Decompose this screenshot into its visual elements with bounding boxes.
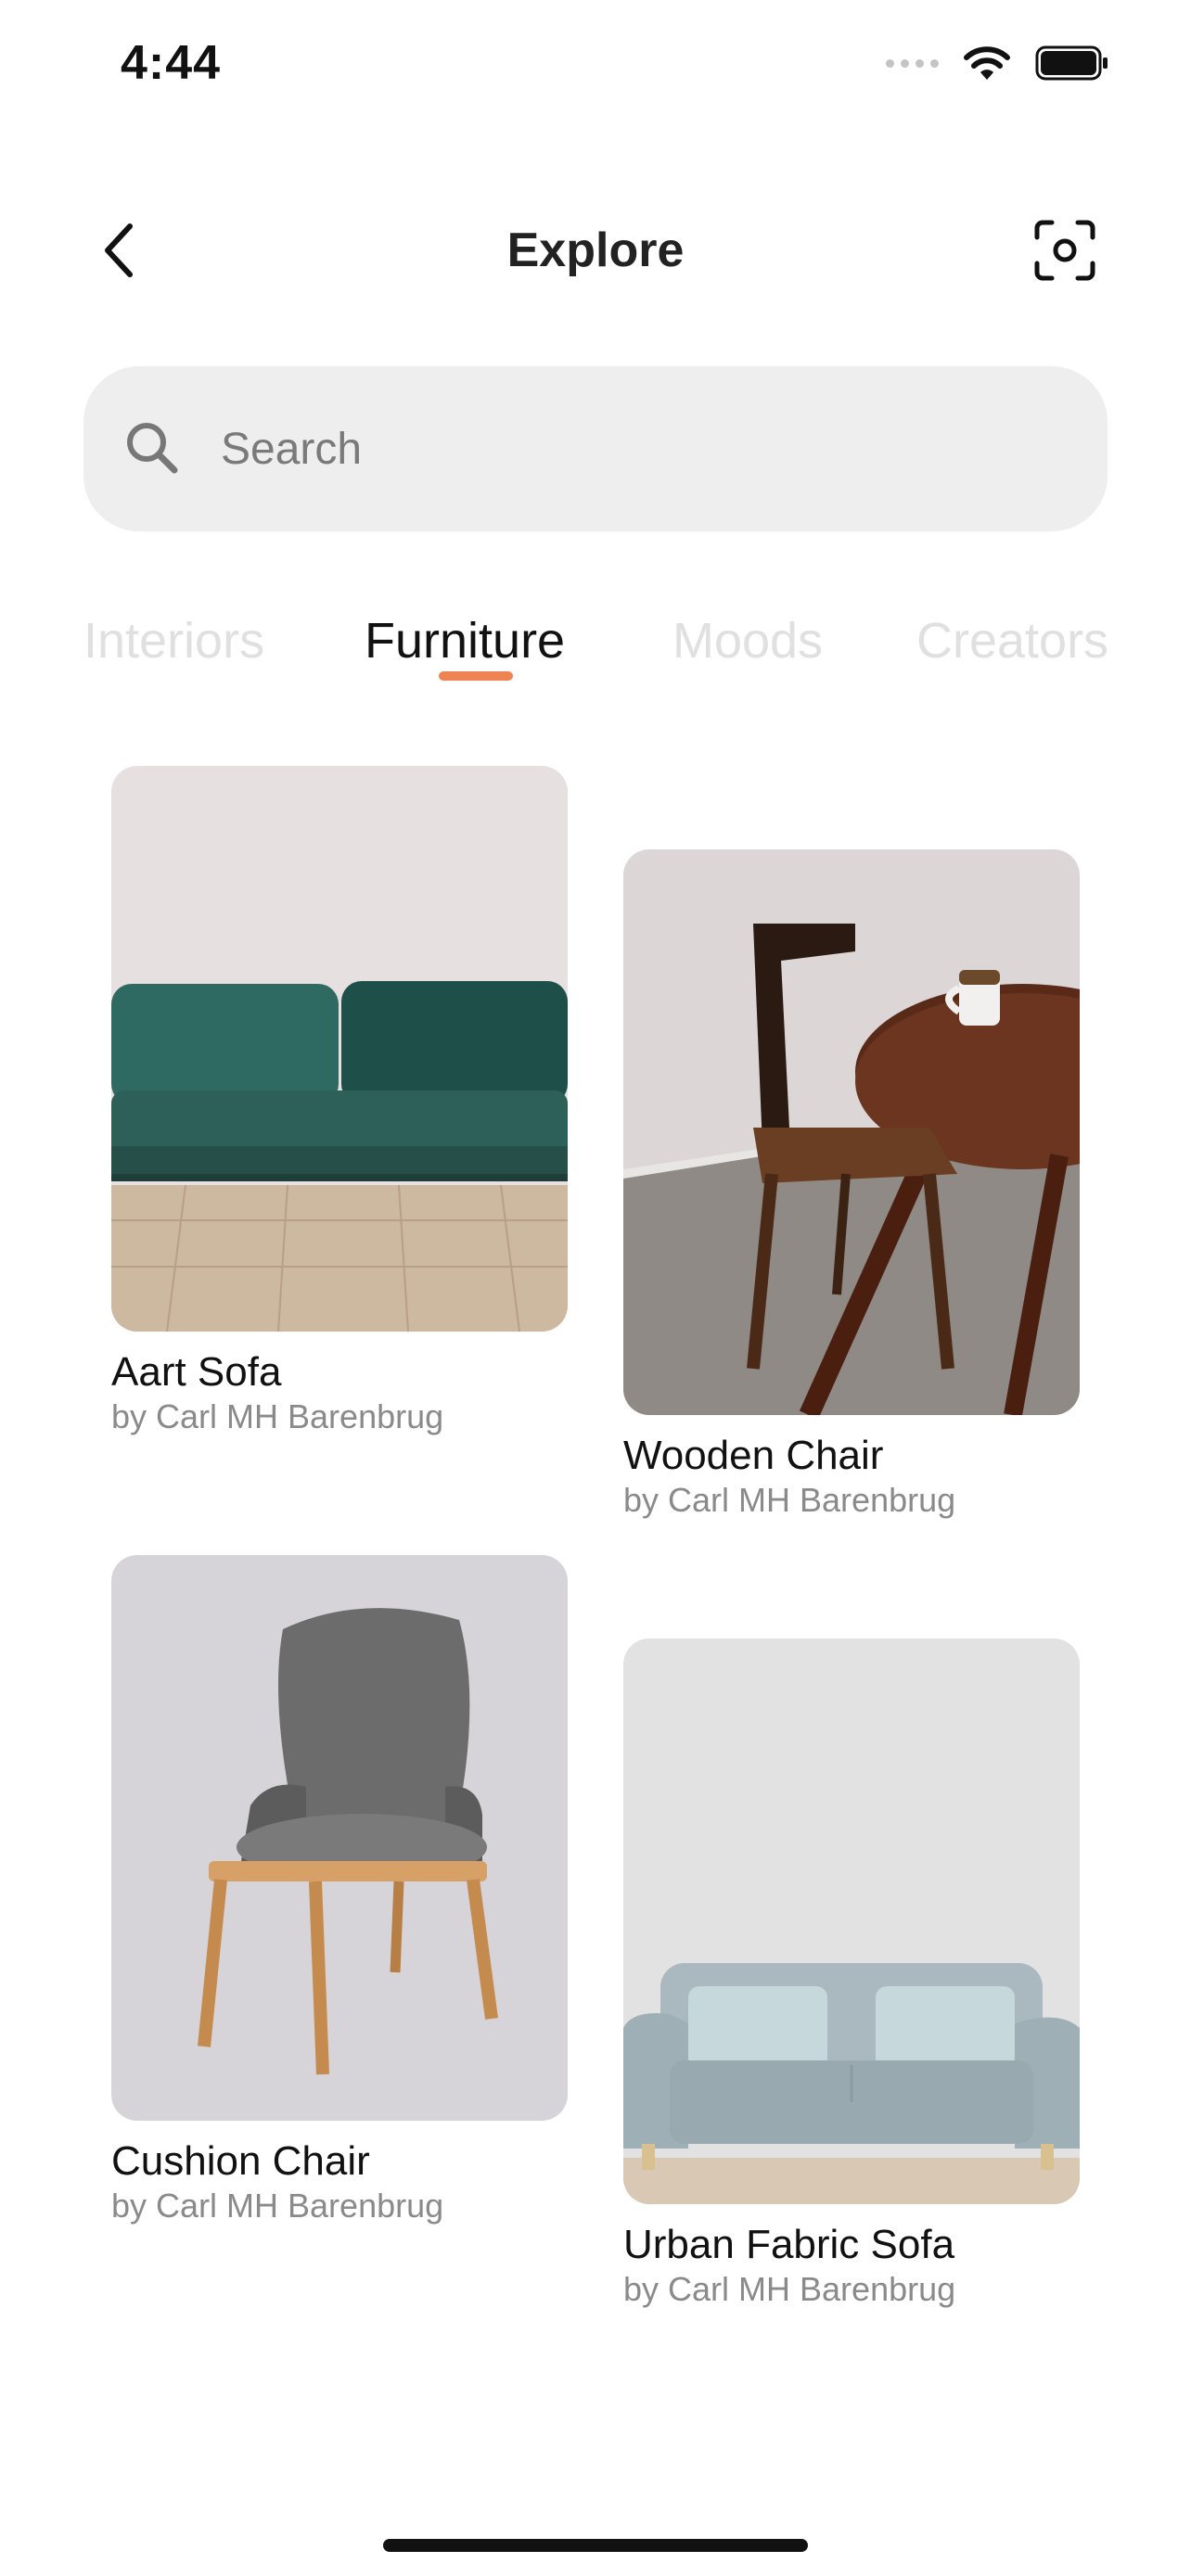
- tab-furniture[interactable]: Furniture: [365, 612, 565, 670]
- header: Explore: [0, 204, 1191, 297]
- search-bar[interactable]: [83, 366, 1108, 531]
- product-title: Cushion Chair: [111, 2138, 370, 2184]
- status-time: 4:44: [121, 36, 222, 90]
- product-card[interactable]: Wooden Chair by Carl MH Barenbrug: [623, 849, 1080, 1521]
- product-author: by Carl MH Barenbrug: [111, 1397, 444, 1435]
- product-card[interactable]: Urban Fabric Sofa by Carl MH Barenbrug: [623, 1639, 1080, 2310]
- product-author: by Carl MH Barenbrug: [623, 2270, 956, 2308]
- product-card[interactable]: Cushion Chair by Carl MH Barenbrug: [111, 1555, 568, 2226]
- product-title: Aart Sofa: [111, 1349, 282, 1395]
- tab-interiors[interactable]: Interiors: [83, 612, 264, 670]
- product-author: by Carl MH Barenbrug: [623, 1481, 956, 1519]
- product-title: Urban Fabric Sofa: [623, 2222, 955, 2267]
- product-title: Wooden Chair: [623, 1433, 884, 1478]
- product-image: [111, 766, 568, 1332]
- tab-moods[interactable]: Moods: [672, 612, 823, 670]
- product-image: [623, 1639, 1080, 2204]
- cellular-signal-icon: [886, 58, 939, 68]
- tab-creators[interactable]: Creators: [916, 612, 1108, 670]
- active-tab-indicator: [439, 671, 513, 681]
- search-icon: [127, 423, 178, 474]
- wifi-icon: [963, 45, 1011, 82]
- home-indicator: [383, 2539, 808, 2552]
- category-tabs: Interiors Furniture Moods Creators: [0, 612, 1191, 705]
- battery-icon: [1035, 45, 1109, 82]
- search-input[interactable]: [219, 422, 1057, 476]
- camera-scan-icon: [1034, 220, 1095, 281]
- scan-button[interactable]: [1031, 217, 1098, 284]
- status-icons: [886, 45, 1109, 82]
- page-title: Explore: [506, 223, 685, 277]
- product-card[interactable]: Aart Sofa by Carl MH Barenbrug: [111, 766, 568, 1437]
- product-image: [623, 849, 1080, 1415]
- product-author: by Carl MH Barenbrug: [111, 2187, 444, 2225]
- product-image: [111, 1555, 568, 2121]
